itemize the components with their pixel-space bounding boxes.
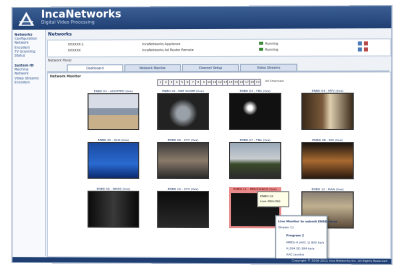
menu-section: Program 2 <box>286 233 305 238</box>
camera-thumbnail[interactable] <box>229 92 282 130</box>
edit-icon[interactable] <box>357 41 362 46</box>
camera-tile[interactable]: ENBD 03 - TBA (live) <box>229 89 282 130</box>
panel-label: Network Monitor <box>49 74 81 79</box>
nav-group-system: System ID Machine Network Video Streams … <box>14 63 38 84</box>
camera-tile[interactable]: ENBD 10 - CTV (live) <box>157 187 209 229</box>
pager-info[interactable]: All Channels <box>265 79 284 83</box>
info-cell: IncaNetworks Appliance <box>142 42 181 47</box>
camera-tile[interactable]: ENBD 01 - ADOPTED (live) <box>87 89 140 131</box>
delete-icon[interactable] <box>363 41 368 46</box>
copyright-text: Copyright © 2008-2011 Inca Networks Inc.… <box>291 258 388 263</box>
nav-item-status[interactable]: Status <box>14 54 37 58</box>
camera-thumbnail[interactable] <box>87 93 140 131</box>
camera-thumbnail[interactable] <box>301 92 354 130</box>
delete-icon[interactable] <box>363 47 368 52</box>
monitor-panel: Network Monitor 1 2 3 4 5 6 7 8 9 10 11 12 13 14 15 16 1… <box>47 71 392 265</box>
camera-tile[interactable]: ENBD 04 - MTV (live) <box>301 89 354 130</box>
camera-tile[interactable]: ENBD 02 - PRE SCOPE (live) <box>157 89 209 131</box>
section-title: Networks <box>48 32 72 38</box>
footer: Copyright © 2008-2011 Inca Networks Inc.… <box>12 257 392 264</box>
subhead: Network Panel <box>48 58 72 63</box>
page-button[interactable]: 19 <box>254 78 262 86</box>
menu-item[interactable]: MPEG-4 (AVC 1) 800 kb/s <box>286 240 324 244</box>
tab-channel-setup[interactable]: Channel Setup <box>182 63 240 72</box>
status-text: Running <box>265 41 279 46</box>
camera-tile[interactable]: ENBD 05 - KLIS (live) <box>87 138 140 179</box>
camera-tile[interactable]: ENBD 08 - ROI (live) <box>301 138 354 180</box>
app-subtitle: Digital Video Processing <box>41 20 95 26</box>
status-ok-icon <box>259 47 264 51</box>
menu-item[interactable]: H.264 SD 384 kb/s <box>286 246 314 250</box>
left-navigation: Networks Configuration Network Encoders … <box>12 29 47 257</box>
camera-tile[interactable]: ENBD 09 - NEWS (live) <box>87 187 140 228</box>
app-header: IncaNetworks Digital Video Processing <box>12 6 392 30</box>
camera-tile[interactable]: ENBD 07 - TBA (live) <box>229 138 282 180</box>
camera-thumbnail[interactable] <box>301 142 354 180</box>
camera-thumbnail[interactable] <box>157 141 209 180</box>
status-text: Running <box>265 47 279 52</box>
pager: 1 2 3 4 5 6 7 8 9 10 11 12 13 14 15 16 17 18 19 All Channe… <box>157 78 338 87</box>
nav-group-networks: Networks Configuration Network Encoders … <box>14 33 37 58</box>
nav-item-encoders[interactable]: Encoders <box>14 80 38 84</box>
camera-thumbnail[interactable] <box>157 92 209 131</box>
camera-thumbnail[interactable] <box>229 142 282 180</box>
info-cell: XXXXXX-1 <box>67 42 84 47</box>
tab-dashboard[interactable]: Dashboard <box>66 64 124 72</box>
tooltip-line: Live 480x360 <box>260 199 281 204</box>
camera-tooltip: ENBD 02 Live 480x360 <box>257 191 290 208</box>
main-panel: Networks XXXXXX-1 IncaNetworks Appliance… <box>47 30 392 265</box>
menu-item[interactable]: AAC (audio) <box>286 252 304 256</box>
inca-logo-icon <box>18 11 35 26</box>
camera-grid: ENBD 01 - ADOPTED (live) ENBD 02 - PRE SC… <box>48 73 390 229</box>
info-cell: XXXXXX <box>67 48 81 53</box>
app-name: IncaNetworks <box>41 8 122 21</box>
info-cell: IncaNetworks Ad Router Remote <box>142 48 194 53</box>
camera-thumbnail[interactable] <box>157 190 209 229</box>
menu-title[interactable]: Live Monitor to submit ENBD (live) <box>278 219 337 223</box>
camera-tile[interactable]: ENBD 06 - CTV (live) <box>157 138 209 180</box>
status-ok-icon <box>259 41 264 45</box>
tab-video-streams[interactable]: Video Streams <box>240 63 298 71</box>
edit-icon[interactable] <box>357 47 362 52</box>
info-table: XXXXXX-1 IncaNetworks Appliance Running … <box>47 38 392 58</box>
camera-thumbnail[interactable] <box>87 141 140 179</box>
tab-network-monitor[interactable]: Network Monitor <box>124 64 182 72</box>
app-window: IncaNetworks Digital Video Processing Ne… <box>11 5 393 265</box>
menu-line: Stream 11 <box>278 225 294 230</box>
tooltip-line: ENBD 02 <box>260 194 274 199</box>
camera-thumbnail[interactable] <box>87 190 140 228</box>
